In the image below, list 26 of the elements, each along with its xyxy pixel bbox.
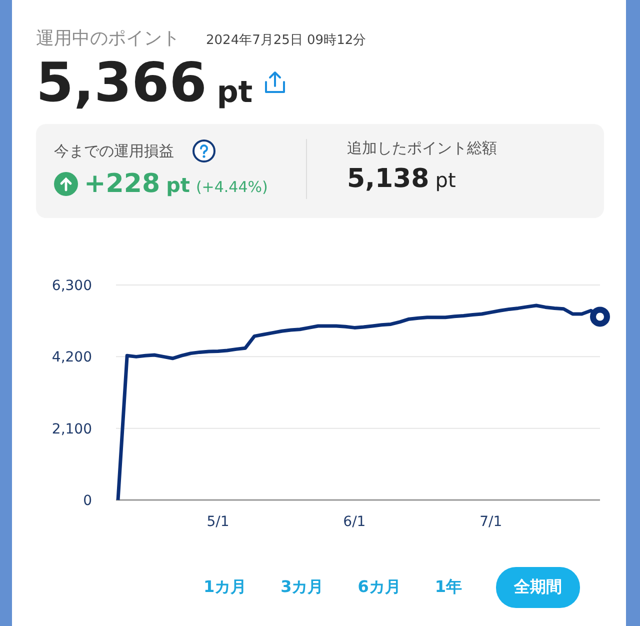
balance-value: 5,366 [36, 56, 207, 110]
y-axis-label: 6,300 [52, 278, 92, 294]
period-tab[interactable]: 3カ月 [280, 567, 324, 608]
share-icon[interactable] [262, 70, 287, 96]
section-title: 運用中のポイント [36, 27, 180, 50]
y-axis-label: 0 [83, 493, 92, 509]
added-label: 追加したポイント総額 [347, 139, 497, 158]
y-axis-label: 4,200 [52, 350, 92, 366]
profit-unit: pt [166, 173, 190, 197]
profit-label: 今までの運用損益 [54, 142, 174, 160]
profit-value: +228 [84, 169, 160, 199]
profit-percent: (+4.44%) [196, 178, 268, 196]
period-tab[interactable]: 1カ月 [203, 567, 247, 608]
period-tab[interactable]: 全期間 [496, 567, 580, 608]
help-icon[interactable] [192, 139, 216, 163]
x-axis-label: 7/1 [480, 514, 502, 530]
period-tab[interactable]: 1年 [434, 567, 462, 608]
x-axis-label: 5/1 [206, 514, 230, 530]
x-axis-label: 6/1 [343, 514, 366, 530]
period-tab[interactable]: 6カ月 [358, 567, 401, 608]
y-axis-label: 2,100 [52, 421, 92, 438]
added-value: 5,138 [347, 164, 430, 194]
added-unit: pt [435, 168, 456, 192]
timestamp: 2024年7月25日 09時12分 [206, 32, 366, 49]
end-point-marker [590, 306, 610, 327]
balance-unit: pt [216, 75, 253, 110]
